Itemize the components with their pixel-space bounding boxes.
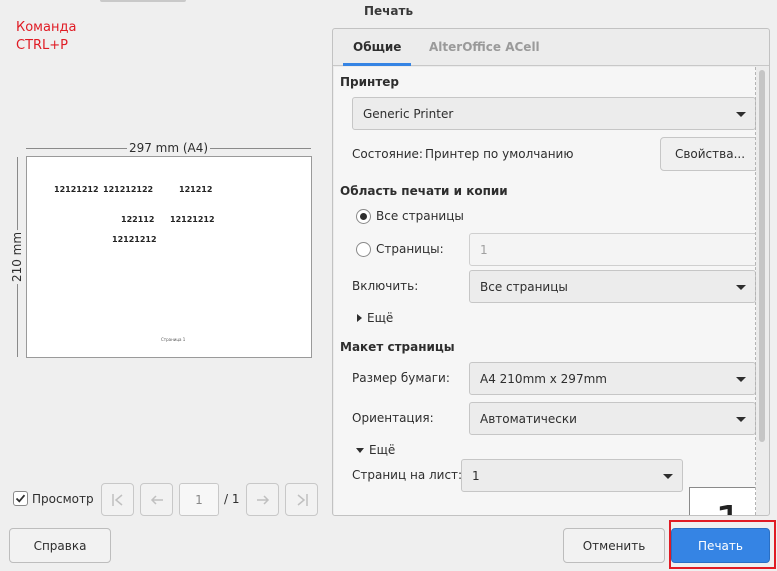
help-button[interactable]: Справка (9, 528, 111, 563)
pages-per-sheet-select[interactable]: 1 (461, 459, 683, 492)
pages-per-sheet-label: Страниц на лист: (352, 468, 463, 482)
settings-panel: Общие AlterOffice ACell Принтер Generic … (332, 28, 770, 516)
pages-input[interactable]: 1 (469, 233, 756, 266)
last-page-button[interactable] (285, 483, 318, 516)
printer-select-value: Generic Printer (363, 106, 454, 121)
arrow-right-icon (256, 494, 269, 505)
range-more-label: Ещё (367, 311, 394, 325)
command-hint-title: Команда (16, 20, 77, 35)
previous-page-button[interactable] (140, 483, 173, 516)
orientation-label: Ориентация: (352, 411, 434, 425)
preview-cell: 12121212 (170, 215, 215, 224)
preview-cell: 122112 (121, 215, 155, 224)
all-pages-label: Все страницы (376, 209, 464, 223)
pages-radio[interactable] (356, 242, 371, 257)
chevron-down-icon (736, 377, 746, 382)
range-more-expander[interactable]: Ещё (357, 311, 393, 325)
preview-cell: 12121212 (54, 185, 99, 194)
paper-size-value: A4 210mm x 297mm (480, 371, 607, 386)
include-select-value: Все страницы (480, 279, 568, 294)
command-hint: Команда CTRL+P (16, 19, 76, 55)
paper-size-select[interactable]: A4 210mm x 297mm (469, 362, 756, 395)
check-icon (15, 494, 26, 503)
first-page-icon (111, 493, 122, 506)
preview-height-ruler: 210 mm (10, 157, 24, 357)
range-section-title: Область печати и копии (340, 184, 508, 198)
settings-tabs: Общие AlterOffice ACell (333, 29, 769, 66)
content-divider (755, 67, 756, 515)
preview-cell: 121212 (179, 185, 213, 194)
print-preview-page: 12121212 121212122 121212 122112 1212121… (26, 156, 312, 358)
page-number-input[interactable]: 1 (179, 483, 219, 516)
include-select[interactable]: Все страницы (469, 270, 756, 303)
command-hint-shortcut: CTRL+P (16, 38, 69, 53)
include-label: Включить: (352, 279, 419, 293)
pages-per-sheet-preview: 1 (689, 487, 756, 515)
preview-cell: 12121212 (112, 235, 157, 244)
settings-content: Принтер Generic Printer Состояние: Принт… (334, 67, 756, 515)
printer-section-title: Принтер (340, 75, 400, 89)
tab-alteroffice-acell[interactable]: AlterOffice ACell (419, 29, 550, 66)
settings-scrollbar[interactable] (759, 70, 765, 442)
next-page-button[interactable] (246, 483, 279, 516)
first-page-button[interactable] (101, 483, 134, 516)
window-title: Печать (363, 4, 414, 18)
orientation-select[interactable]: Автоматически (469, 402, 756, 435)
preview-checkbox[interactable] (13, 491, 28, 506)
tab-general[interactable]: Общие (343, 29, 412, 66)
pages-per-sheet-value: 1 (472, 468, 480, 483)
page-total-label: / 1 (224, 492, 240, 506)
orientation-value: Автоматически (480, 411, 577, 426)
preview-toggle[interactable]: Просмотр (13, 491, 94, 506)
printer-status-label: Состояние: (352, 147, 423, 161)
preview-width-label: 297 mm (A4) (126, 141, 211, 155)
printer-status-value: Принтер по умолчанию (425, 147, 574, 161)
chevron-down-icon (736, 417, 746, 422)
all-pages-radio[interactable] (356, 209, 371, 224)
chevron-down-icon (736, 112, 746, 117)
layout-more-label: Ещё (369, 443, 396, 457)
arrow-left-icon (150, 494, 163, 505)
printer-properties-button[interactable]: Свойства... (660, 137, 756, 171)
preview-cell: 121212122 (103, 185, 154, 194)
preview-width-ruler: 297 mm (A4) (26, 141, 311, 155)
expander-collapsed-icon (357, 314, 362, 322)
chevron-down-icon (736, 285, 746, 290)
layout-section-title: Макет страницы (340, 340, 455, 354)
preview-height-label: 210 mm (10, 229, 24, 285)
top-edge-tab (100, 0, 186, 2)
preview-page-footer: Страница 1 (161, 337, 186, 342)
printer-select[interactable]: Generic Printer (352, 97, 756, 130)
layout-more-expander[interactable]: Ещё (356, 443, 395, 457)
paper-size-label: Размер бумаги: (352, 371, 450, 385)
expander-expanded-icon (356, 447, 364, 453)
preview-checkbox-label: Просмотр (32, 491, 94, 506)
last-page-icon (297, 493, 308, 506)
cancel-button[interactable]: Отменить (563, 528, 665, 563)
print-button-highlight (669, 520, 776, 569)
pages-label: Страницы: (376, 242, 444, 256)
chevron-down-icon (663, 474, 673, 479)
